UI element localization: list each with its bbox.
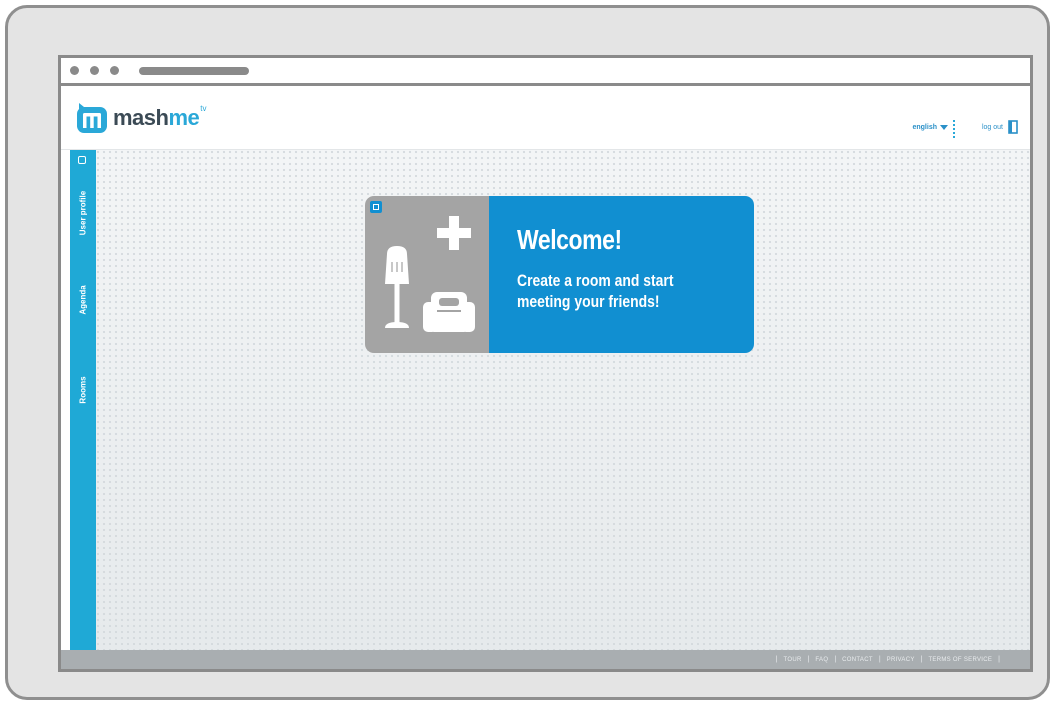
welcome-title: Welcome! (517, 224, 622, 255)
footer-link-contact[interactable]: CONTACT (842, 657, 873, 663)
logout-icon (1008, 120, 1018, 134)
sidebar-item-label: Rooms (78, 376, 88, 404)
device-frame: mashme tv english log out User profile A… (5, 5, 1050, 700)
footer: | TOUR | FAQ | CONTACT | PRIVACY | TERMS… (61, 650, 1030, 669)
mashme-logo-icon (77, 103, 107, 133)
sidebar-item-rooms[interactable]: Rooms (70, 365, 96, 415)
language-label: english (912, 124, 937, 131)
sidebar: User profile Agenda Rooms (70, 150, 96, 650)
lamp-icon (385, 246, 409, 328)
mashme-logo[interactable]: mashme tv (75, 100, 207, 136)
sidebar-item-label: User profile (78, 190, 88, 236)
footer-link-privacy[interactable]: PRIVACY (887, 657, 915, 663)
window-dot-3[interactable] (110, 66, 119, 75)
language-selector[interactable]: english (912, 124, 948, 131)
footer-link-tour[interactable]: TOUR (784, 657, 802, 663)
chevron-down-icon (940, 125, 948, 130)
sidebar-item-agenda[interactable]: Agenda (70, 270, 96, 330)
logout-label: log out (981, 123, 1003, 131)
welcome-card[interactable]: Welcome! Create a room and start meeting… (365, 196, 754, 353)
plus-icon (437, 216, 471, 250)
app-header: mashme tv english log out (61, 86, 1030, 150)
browser-chrome-bar (61, 58, 1030, 86)
logout-button[interactable]: log out (982, 120, 1018, 134)
sidebar-item-user-profile[interactable]: User profile (70, 178, 96, 248)
welcome-illustration (365, 196, 489, 353)
logo-tm: tv (200, 104, 207, 113)
footer-link-terms[interactable]: TERMS OF SERVICE (928, 657, 992, 663)
expand-icon[interactable] (78, 156, 86, 164)
header-divider (953, 120, 955, 138)
window-dot-1[interactable] (70, 66, 79, 75)
logo-wordmark: mashme (113, 105, 200, 130)
welcome-line-2: meeting your friends! (517, 292, 660, 311)
footer-link-faq[interactable]: FAQ (815, 657, 828, 663)
sidebar-item-label: Agenda (78, 285, 88, 315)
welcome-line-1: Create a room and start (517, 271, 674, 290)
welcome-subtitle: Create a room and start meeting your fri… (517, 270, 711, 312)
welcome-message: Welcome! Create a room and start meeting… (489, 196, 754, 353)
address-bar[interactable] (139, 67, 249, 75)
window-dot-2[interactable] (90, 66, 99, 75)
browser-window: mashme tv english log out User profile A… (58, 55, 1033, 672)
room-illustration (385, 216, 475, 332)
